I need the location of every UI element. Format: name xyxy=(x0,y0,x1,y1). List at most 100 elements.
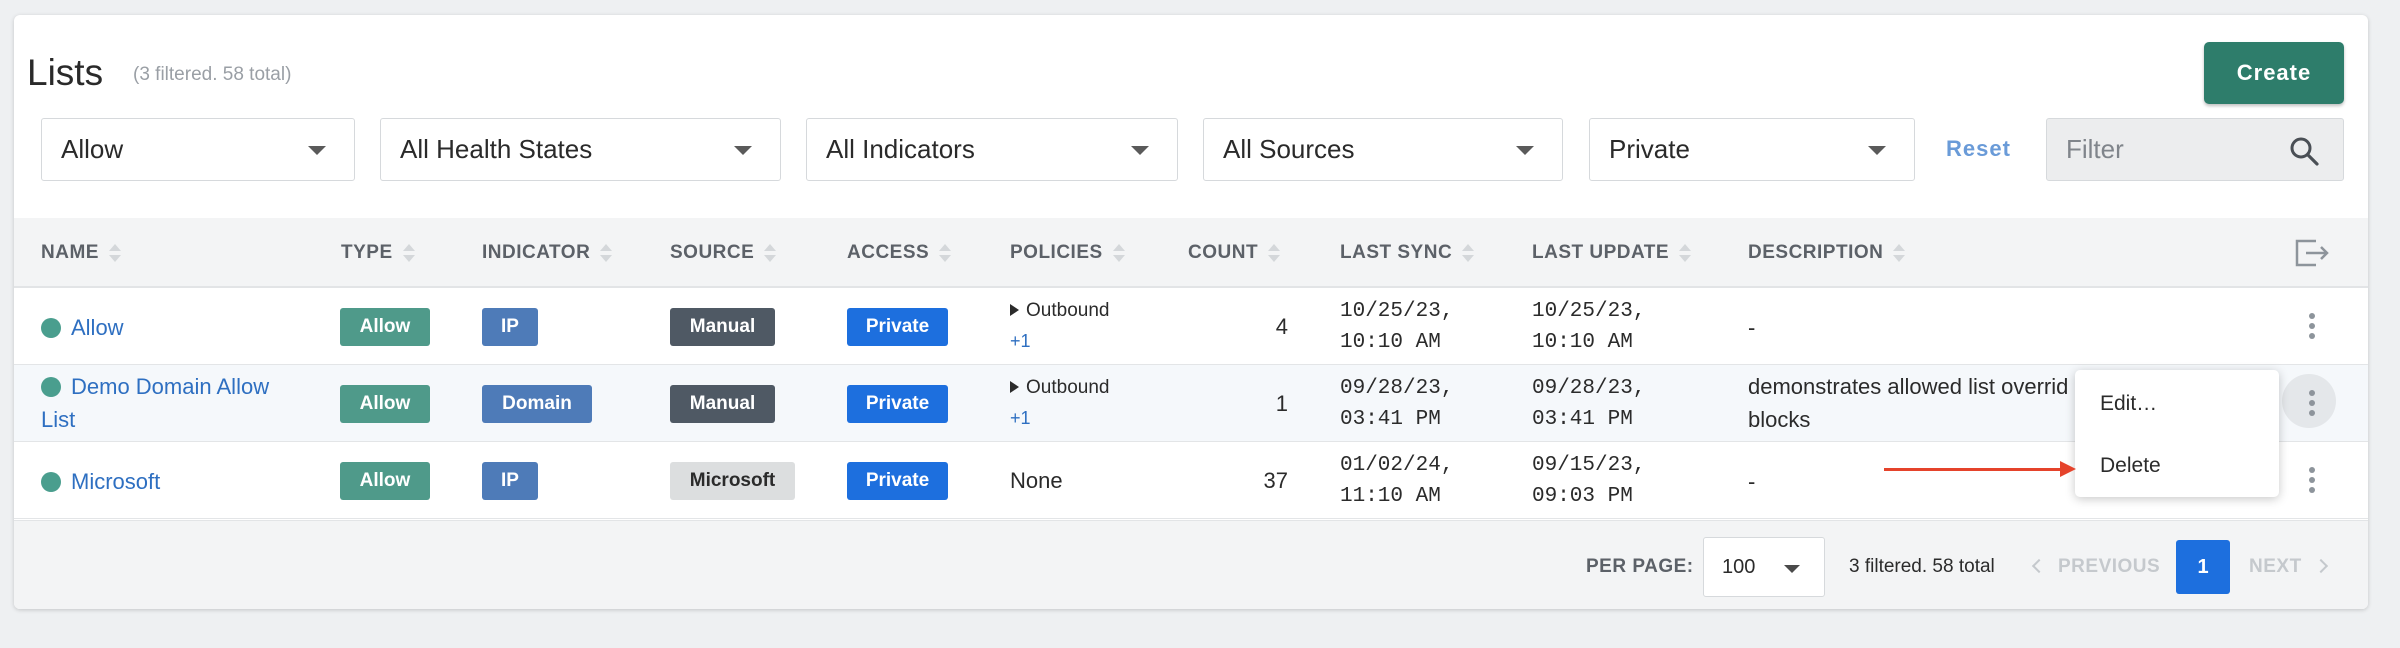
row-name-link[interactable]: Demo Domain Allow List xyxy=(41,374,269,432)
create-button[interactable]: Create xyxy=(2204,42,2344,104)
column-header-access[interactable]: ACCESS xyxy=(847,242,952,264)
per-page-label: PER PAGE: xyxy=(1586,556,1694,577)
sort-icon xyxy=(1679,243,1692,263)
count-value: 4 xyxy=(1275,314,1288,339)
last-update-cell: 09/15/23, 09:03 PM xyxy=(1532,454,1646,508)
annotation-arrow-head xyxy=(2060,461,2076,477)
column-header-count[interactable]: COUNT xyxy=(1188,242,1281,264)
indicator-filter-value: All Indicators xyxy=(826,134,975,164)
sort-icon xyxy=(1462,243,1475,263)
per-page-select[interactable]: 100 xyxy=(1703,537,1825,597)
last-update-cell: 09/28/23, 03:41 PM xyxy=(1532,377,1646,431)
count-value: 1 xyxy=(1275,391,1288,416)
access-filter-value: Private xyxy=(1609,134,1690,164)
column-header-last-update[interactable]: LAST UPDATE xyxy=(1532,242,1692,264)
last-sync-cell: 01/02/24, 11:10 AM xyxy=(1340,454,1454,508)
last-update-cell: 10/25/23, 10:10 AM xyxy=(1532,300,1646,354)
column-header-indicator[interactable]: INDICATOR xyxy=(482,242,613,264)
previous-page-button[interactable]: PREVIOUS xyxy=(2031,556,2160,578)
sort-icon xyxy=(1112,243,1125,263)
access-badge: Private xyxy=(847,385,948,423)
policies-more-link[interactable]: +1 xyxy=(1010,326,1109,356)
indicator-filter-dropdown[interactable]: All Indicators xyxy=(806,118,1178,181)
source-filter-value: All Sources xyxy=(1223,134,1355,164)
health-status-dot xyxy=(41,377,61,397)
policies-cell[interactable]: Outbound +1 xyxy=(1010,373,1109,433)
pagination-total: 3 filtered. 58 total xyxy=(1849,556,1995,577)
expand-triangle-icon[interactable] xyxy=(1010,304,1019,316)
per-page-value: 100 xyxy=(1722,555,1756,578)
filter-input[interactable] xyxy=(2066,134,2286,165)
row-actions-icon[interactable] xyxy=(2309,313,2315,343)
type-badge: Allow xyxy=(340,308,430,346)
page-1-button[interactable]: 1 xyxy=(2176,540,2230,594)
row-name-cell[interactable]: Microsoft xyxy=(41,465,160,498)
policies-cell[interactable]: Outbound +1 xyxy=(1010,296,1109,356)
sort-icon xyxy=(1893,243,1906,263)
row-name-link[interactable]: Microsoft xyxy=(71,469,160,494)
type-badge: Allow xyxy=(340,385,430,423)
sort-icon xyxy=(1268,243,1281,263)
type-badge: Allow xyxy=(340,462,430,500)
column-header-description[interactable]: DESCRIPTION xyxy=(1748,242,1906,264)
source-filter-dropdown[interactable]: All Sources xyxy=(1203,118,1563,181)
sort-icon xyxy=(108,243,121,263)
indicator-badge: Domain xyxy=(482,385,592,423)
row-actions-icon[interactable] xyxy=(2309,390,2315,420)
caret-down-icon xyxy=(308,146,326,155)
last-sync-cell: 09/28/23, 03:41 PM xyxy=(1340,377,1454,431)
delete-menu-item[interactable]: Delete xyxy=(2100,454,2161,478)
filter-search-box xyxy=(2046,118,2344,181)
sort-icon xyxy=(764,243,777,263)
next-page-button[interactable]: NEXT xyxy=(2249,556,2328,578)
sort-icon xyxy=(600,243,613,263)
access-badge: Private xyxy=(847,308,948,346)
row-actions-icon[interactable] xyxy=(2309,467,2315,497)
sort-icon xyxy=(939,243,952,263)
page-title: Lists xyxy=(27,52,104,93)
reset-button[interactable]: Reset xyxy=(1946,136,2011,162)
health-filter-value: All Health States xyxy=(400,134,593,164)
indicator-badge: IP xyxy=(482,308,538,346)
health-filter-dropdown[interactable]: All Health States xyxy=(380,118,781,181)
description-cell: - xyxy=(1748,469,1756,494)
page-subtitle: (3 filtered. 58 total) xyxy=(133,64,292,85)
health-status-dot xyxy=(41,472,61,492)
column-header-name[interactable]: NAME xyxy=(41,242,121,264)
policies-more-link[interactable]: +1 xyxy=(1010,403,1109,433)
search-icon[interactable] xyxy=(2289,136,2319,166)
caret-down-icon xyxy=(1784,565,1800,573)
caret-down-icon xyxy=(1868,146,1886,155)
policies-none: None xyxy=(1010,468,1063,493)
row-context-menu: Edit… Delete xyxy=(2075,370,2279,497)
column-header-source[interactable]: SOURCE xyxy=(670,242,777,264)
last-sync-cell: 10/25/23, 10:10 AM xyxy=(1340,300,1454,354)
source-badge: Manual xyxy=(670,385,775,423)
expand-triangle-icon[interactable] xyxy=(1010,381,1019,393)
indicator-badge: IP xyxy=(482,462,538,500)
access-badge: Private xyxy=(847,462,948,500)
caret-down-icon xyxy=(734,146,752,155)
type-filter-value: Allow xyxy=(61,134,124,164)
sort-icon xyxy=(402,243,415,263)
source-badge: Microsoft xyxy=(670,462,795,500)
export-icon[interactable] xyxy=(2294,238,2330,268)
row-name-link[interactable]: Allow xyxy=(71,315,124,340)
row-name-cell[interactable]: Demo Domain Allow List xyxy=(41,370,301,436)
row-name-cell[interactable]: Allow xyxy=(41,311,124,344)
column-header-last-sync[interactable]: LAST SYNC xyxy=(1340,242,1475,264)
health-status-dot xyxy=(41,318,61,338)
column-header-policies[interactable]: POLICIES xyxy=(1010,242,1125,264)
description-cell: demonstrates allowed list overrid blocks xyxy=(1748,374,2069,432)
chevron-right-icon xyxy=(2313,558,2328,574)
annotation-arrow-line xyxy=(1884,468,2066,471)
table-footer xyxy=(14,520,2368,609)
type-filter-dropdown[interactable]: Allow xyxy=(41,118,355,181)
description-cell: - xyxy=(1748,315,1756,340)
edit-menu-item[interactable]: Edit… xyxy=(2100,392,2157,416)
access-filter-dropdown[interactable]: Private xyxy=(1589,118,1915,181)
caret-down-icon xyxy=(1131,146,1149,155)
chevron-left-icon xyxy=(2031,558,2047,574)
column-header-type[interactable]: TYPE xyxy=(341,242,415,264)
caret-down-icon xyxy=(1516,146,1534,155)
